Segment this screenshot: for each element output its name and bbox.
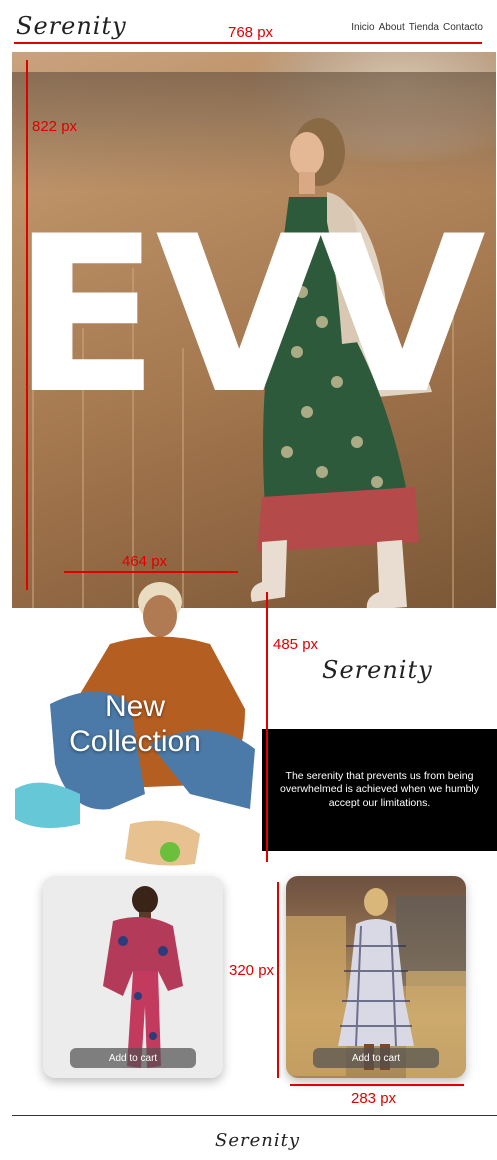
main-nav: Inicio About Tienda Contacto: [351, 22, 483, 33]
footer-divider: [12, 1115, 497, 1116]
add-to-cart-button-1[interactable]: Add to cart: [70, 1048, 196, 1068]
measure-line-283: [290, 1084, 464, 1086]
measure-label-320: 320 px: [229, 962, 275, 979]
measure-label-822: 822 px: [32, 118, 78, 135]
hero-word: EVVI: [12, 190, 496, 441]
measure-line-485: [266, 592, 268, 862]
logo[interactable]: Serenity: [16, 12, 127, 40]
nav-item-tienda[interactable]: Tienda: [409, 22, 439, 33]
measure-line-320: [277, 882, 279, 1078]
measure-line-464: [64, 571, 238, 573]
measure-line-822: [26, 60, 28, 590]
nav-item-about[interactable]: About: [379, 22, 405, 33]
logo-footer: Serenity: [215, 1130, 300, 1151]
product-card-1[interactable]: Add to cart: [43, 876, 223, 1078]
quote-box: The serenity that prevents us from being…: [262, 729, 497, 851]
nav-item-inicio[interactable]: Inicio: [351, 22, 374, 33]
hero-banner: EVVI: [12, 52, 496, 608]
nav-item-contacto[interactable]: Contacto: [443, 22, 483, 33]
measure-line-768: [14, 42, 482, 44]
product-card-2[interactable]: Add to cart: [286, 876, 466, 1078]
measure-label-464: 464 px: [122, 553, 168, 570]
measure-label-768: 768 px: [228, 24, 274, 41]
measure-label-283: 283 px: [351, 1090, 397, 1107]
measure-label-485: 485 px: [273, 636, 319, 653]
new-collection-heading: New Collection: [69, 690, 201, 758]
quote-text: The serenity that prevents us from being…: [279, 769, 480, 809]
add-to-cart-button-2[interactable]: Add to cart: [313, 1048, 439, 1068]
logo-secondary: Serenity: [322, 656, 433, 684]
